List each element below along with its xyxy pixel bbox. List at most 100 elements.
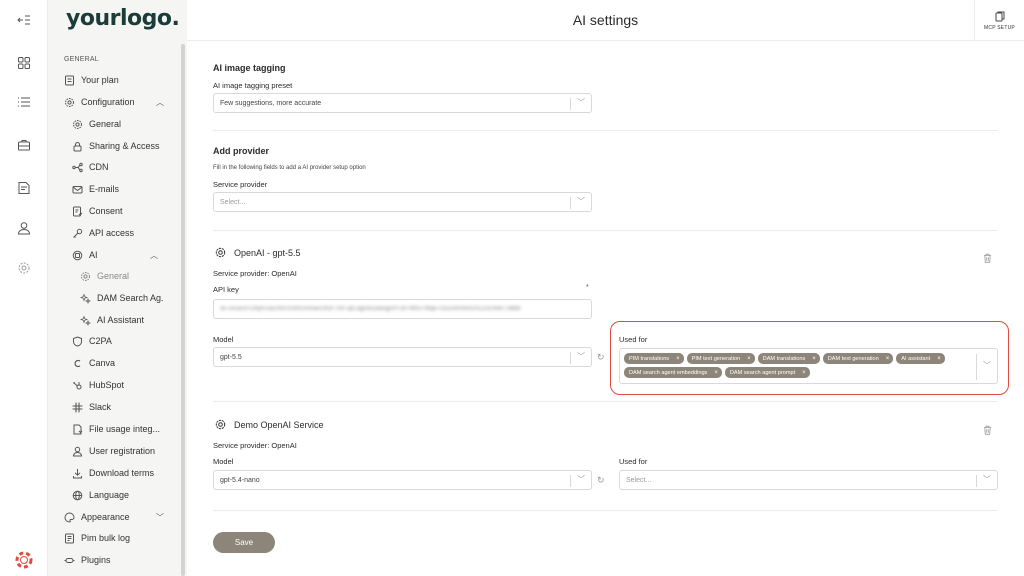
sidebar-item-slack[interactable]: Slack: [72, 397, 111, 417]
tagging-preset-label: AI image tagging preset: [213, 81, 293, 90]
api-key-value: sk-svcacct-O4yRJuERhcVcIKtUnmwcUfDF7bX-q…: [220, 306, 521, 312]
sidebar-item-label: Sharing & Access: [89, 141, 160, 151]
key-icon: [72, 228, 83, 239]
document-icon[interactable]: [0, 176, 48, 200]
sidebar-item-hubspot[interactable]: HubSpot: [72, 375, 124, 395]
add-provider-help: Fill in the following fields to add a AI…: [213, 165, 366, 171]
sidebar-item-plugins[interactable]: Plugins: [64, 550, 111, 570]
remove-tag-icon[interactable]: ×: [812, 356, 816, 362]
sidebar-item-appearance[interactable]: Appearance ﹀: [64, 507, 164, 527]
remove-tag-icon[interactable]: ×: [886, 356, 890, 362]
service-provider-select[interactable]: Select... ﹀: [213, 192, 592, 212]
sidebar-item-download-terms[interactable]: Download terms: [72, 463, 154, 483]
delete-openai-trash-icon[interactable]: [983, 253, 992, 263]
divider: [213, 230, 998, 231]
sidebar-item-label: AI: [89, 250, 98, 260]
chevron-up-icon[interactable]: ︿: [150, 250, 158, 261]
sidebar-item-cdn[interactable]: CDN: [72, 157, 109, 177]
sidebar-item-configuration[interactable]: Configuration ︿: [64, 92, 164, 112]
delete-demo-trash-icon[interactable]: [983, 425, 992, 435]
sidebar-item-label: General: [89, 119, 122, 129]
sidebar-item-emails[interactable]: E-mails: [72, 179, 119, 199]
mcp-setup-label: MCP SETUP: [984, 24, 1015, 31]
mcp-setup-button[interactable]: MCP SETUP: [974, 0, 1024, 41]
sidebar-item-label: E-mails: [89, 184, 120, 194]
network-icon: [72, 162, 83, 173]
shield-icon: [72, 335, 83, 347]
sidebar: yourlogo. GENERAL Your plan Configuratio…: [48, 0, 187, 576]
sidebar-item-label: C2PA: [89, 336, 112, 346]
chevron-down-icon: ﹀: [983, 361, 991, 370]
gear-icon: [64, 97, 75, 108]
sidebar-item-canva[interactable]: Canva: [72, 353, 115, 373]
sidebar-item-label: File usage integ...: [89, 424, 161, 434]
hubspot-icon: [72, 380, 83, 391]
user-icon: [72, 446, 83, 457]
demo-model-select[interactable]: gpt-5.4-nano ﹀: [213, 470, 592, 490]
sidebar-item-user-registration[interactable]: User registration: [72, 441, 155, 461]
sidebar-item-api-access[interactable]: API access: [72, 223, 134, 243]
openai-icon: [215, 247, 226, 258]
settings-icon[interactable]: [0, 256, 48, 280]
used-for-tags: PIM translations × PIM text generation × D…: [624, 353, 974, 378]
sidebar-item-general[interactable]: General: [72, 114, 121, 134]
header: AI settings MCP SETUP: [187, 0, 1024, 41]
openai-used-for-label: Used for: [619, 335, 648, 344]
sidebar-item-label: Slack: [89, 402, 112, 412]
mail-icon: [72, 184, 83, 195]
main-content: AI image tagging AI image tagging preset…: [187, 41, 1024, 576]
demo-used-for-select[interactable]: Select... ﹀: [619, 470, 998, 490]
sidebar-item-ai[interactable]: AI ︿: [72, 245, 162, 265]
sparkle-icon: [80, 314, 91, 326]
consent-icon: [72, 206, 83, 217]
chevron-down-icon: ﹀: [577, 98, 585, 107]
remove-tag-icon[interactable]: ×: [714, 370, 718, 376]
download-icon: [72, 468, 83, 479]
palette-icon: [64, 511, 75, 523]
briefcase-icon[interactable]: [0, 133, 48, 157]
sidebar-item-ai-assistant[interactable]: AI Assistant: [80, 310, 144, 330]
sidebar-item-dam-search-agent[interactable]: DAM Search Ag.: [80, 288, 164, 308]
clipboard-icon: [995, 11, 1004, 21]
divider: [213, 401, 998, 402]
user-icon[interactable]: [0, 216, 48, 240]
sidebar-item-sharing-access[interactable]: Sharing & Access: [72, 136, 160, 156]
sidebar-item-consent[interactable]: Consent: [72, 201, 123, 221]
remove-tag-icon[interactable]: ×: [747, 356, 751, 362]
collapse-menu-icon[interactable]: [0, 8, 48, 32]
sidebar-item-label: HubSpot: [89, 380, 125, 390]
sidebar-item-label: AI Assistant: [97, 315, 145, 325]
canva-icon: [72, 358, 83, 369]
openai-model-select[interactable]: gpt-5.5 ﹀: [213, 347, 592, 367]
tagging-preset-select[interactable]: Few suggestions, more accurate ﹀: [213, 93, 592, 113]
sidebar-scrollbar[interactable]: [181, 44, 185, 576]
sidebar-item-language[interactable]: Language: [72, 485, 129, 505]
chevron-up-icon[interactable]: ︿: [156, 97, 164, 108]
sidebar-item-your-plan[interactable]: Your plan: [64, 70, 119, 90]
sidebar-item-file-usage[interactable]: File usage integ...: [72, 419, 160, 439]
logo: yourlogo.: [66, 6, 180, 31]
refresh-models-icon[interactable]: ↻: [597, 475, 605, 486]
remove-tag-icon[interactable]: ×: [676, 356, 680, 362]
sidebar-item-label: Consent: [89, 206, 123, 216]
save-button[interactable]: Save: [213, 532, 275, 553]
chevron-down-icon[interactable]: ﹀: [156, 512, 164, 523]
refresh-models-icon[interactable]: ↻: [597, 352, 605, 363]
sidebar-item-label: Plugins: [81, 555, 111, 565]
sidebar-item-ai-general[interactable]: General: [80, 266, 129, 286]
demo-model-label: Model: [213, 457, 234, 466]
openai-used-for-multiselect[interactable]: PIM translations × PIM text generation × D…: [619, 348, 998, 384]
sidebar-item-label: General: [97, 271, 130, 281]
used-for-tag: DAM search agent prompt ×: [724, 367, 810, 378]
list-icon[interactable]: [0, 90, 48, 114]
api-key-input[interactable]: sk-svcacct-O4yRJuERhcVcIKtUnmwcUfDF7bX-q…: [213, 299, 592, 319]
lifebuoy-icon[interactable]: [14, 550, 34, 570]
openai-service-provider: Service provider: OpenAI: [213, 269, 297, 278]
remove-tag-icon[interactable]: ×: [802, 370, 806, 376]
grid-icon[interactable]: [0, 51, 48, 75]
remove-tag-icon[interactable]: ×: [937, 356, 941, 362]
openai-model-value: gpt-5.5: [220, 353, 242, 361]
sidebar-item-pim-bulk-log[interactable]: Pim bulk log: [64, 528, 130, 548]
sidebar-item-c2pa[interactable]: C2PA: [72, 331, 112, 351]
divider: [213, 130, 998, 131]
